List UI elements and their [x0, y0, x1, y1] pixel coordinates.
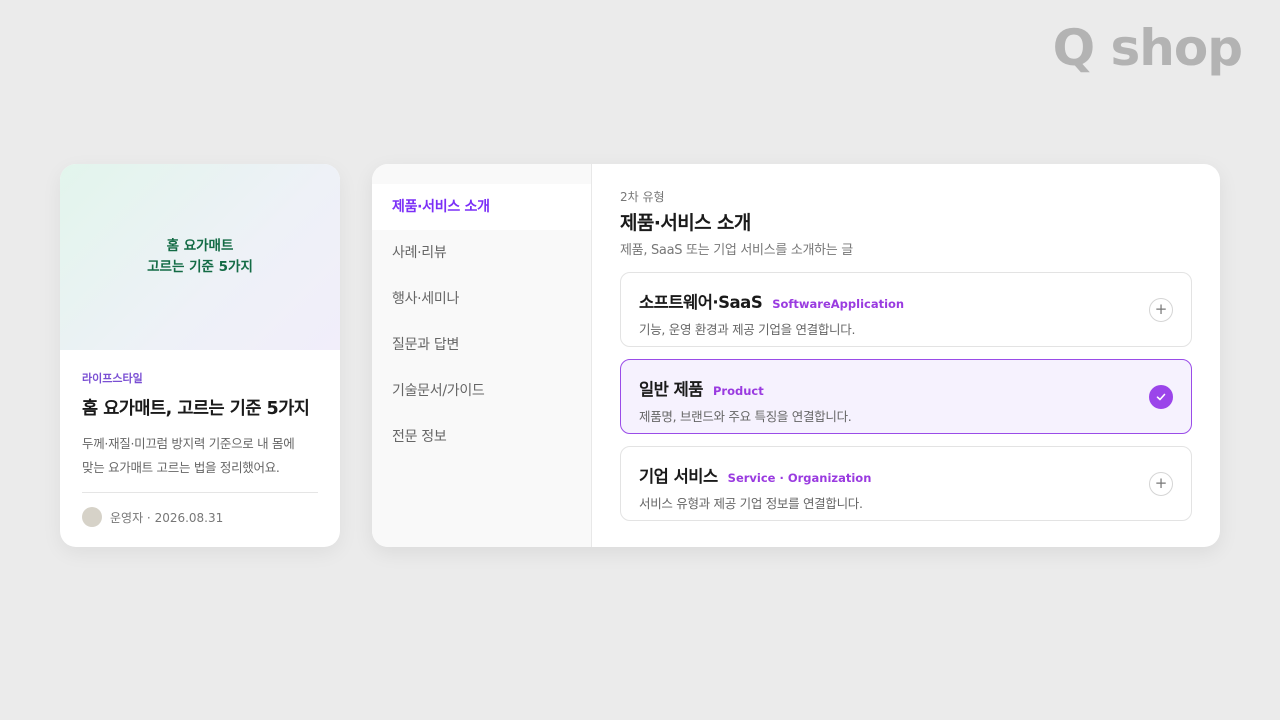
card-thumbnail: 홈 요가매트 고르는 기준 5가지	[60, 164, 340, 350]
author-date: 운영자 · 2026.08.31	[110, 510, 224, 525]
option-head: 소프트웨어·SaaS SoftwareApplication	[639, 289, 1173, 313]
option-name: 일반 제품	[639, 380, 703, 399]
option-name: 소프트웨어·SaaS	[639, 293, 763, 312]
option-description: 제품명, 브랜드와 주요 특징을 연결합니다.	[639, 409, 852, 424]
option-schema-tag: SoftwareApplication	[772, 297, 905, 311]
content-description: 제품, SaaS 또는 기업 서비스를 소개하는 글	[620, 243, 853, 258]
option-software-saas[interactable]: 소프트웨어·SaaS SoftwareApplication 기능, 운영 환경…	[620, 272, 1192, 347]
sidebar-item-expert-info[interactable]: 전문 정보	[372, 414, 591, 460]
sidebar-item-qna[interactable]: 질문과 답변	[372, 322, 591, 368]
card-body: 라이프스타일 홈 요가매트, 고르는 기준 5가지 두께·재질·미끄럼 방지력 …	[60, 350, 340, 527]
option-enterprise-service[interactable]: 기업 서비스 Service · Organization 서비스 유형과 제공…	[620, 446, 1192, 521]
sidebar-item-product-service[interactable]: 제품·서비스 소개	[372, 184, 591, 230]
type-content: 2차 유형 제품·서비스 소개 제품, SaaS 또는 기업 서비스를 소개하는…	[592, 164, 1220, 547]
card-excerpt: 두께·재질·미끄럼 방지력 기준으로 내 몸에 맞는 요가매트 고르는 법을 정…	[82, 432, 318, 480]
type-selection-panel: 제품·서비스 소개 사례·리뷰 행사·세미나 질문과 답변 기술문서/가이드 전…	[372, 164, 1220, 547]
option-schema-tag: Product	[712, 384, 764, 398]
check-icon[interactable]	[1149, 384, 1173, 409]
blog-preview-card[interactable]: 홈 요가매트 고르는 기준 5가지 라이프스타일 홈 요가매트, 고르는 기준 …	[60, 164, 340, 547]
excerpt-line: 맞는 요가매트 고르는 법을 정리했어요.	[82, 460, 280, 475]
brand-logo[interactable]: Q shop	[1053, 18, 1243, 78]
plus-icon[interactable]: +	[1149, 297, 1173, 322]
content-sub-label: 2차 유형	[620, 190, 665, 204]
card-category: 라이프스타일	[82, 372, 143, 385]
option-name: 기업 서비스	[639, 467, 718, 486]
thumbnail-line: 홈 요가매트	[166, 238, 234, 254]
card-divider	[82, 492, 318, 493]
content-title: 제품·서비스 소개	[620, 212, 751, 234]
option-description: 서비스 유형과 제공 기업 정보를 연결합니다.	[639, 496, 863, 511]
plus-icon[interactable]: +	[1149, 471, 1173, 496]
option-list: 소프트웨어·SaaS SoftwareApplication 기능, 운영 환경…	[620, 272, 1192, 521]
thumbnail-text: 홈 요가매트 고르는 기준 5가지	[147, 236, 253, 278]
sidebar-item-case-review[interactable]: 사례·리뷰	[372, 230, 591, 276]
author-avatar	[82, 507, 102, 527]
type-sidebar: 제품·서비스 소개 사례·리뷰 행사·세미나 질문과 답변 기술문서/가이드 전…	[372, 164, 592, 547]
option-head: 일반 제품 Product	[639, 376, 1173, 400]
option-description: 기능, 운영 환경과 제공 기업을 연결합니다.	[639, 322, 856, 337]
card-title: 홈 요가매트, 고르는 기준 5가지	[82, 399, 310, 419]
sidebar-item-event-seminar[interactable]: 행사·세미나	[372, 276, 591, 322]
option-general-product[interactable]: 일반 제품 Product 제품명, 브랜드와 주요 특징을 연결합니다.	[620, 359, 1192, 434]
sidebar-item-tech-docs[interactable]: 기술문서/가이드	[372, 368, 591, 414]
option-schema-tag: Service · Organization	[727, 471, 872, 485]
option-head: 기업 서비스 Service · Organization	[639, 463, 1173, 487]
excerpt-line: 두께·재질·미끄럼 방지력 기준으로 내 몸에	[82, 436, 295, 451]
card-meta: 운영자 · 2026.08.31	[82, 507, 318, 527]
thumbnail-line: 고르는 기준 5가지	[147, 259, 253, 275]
